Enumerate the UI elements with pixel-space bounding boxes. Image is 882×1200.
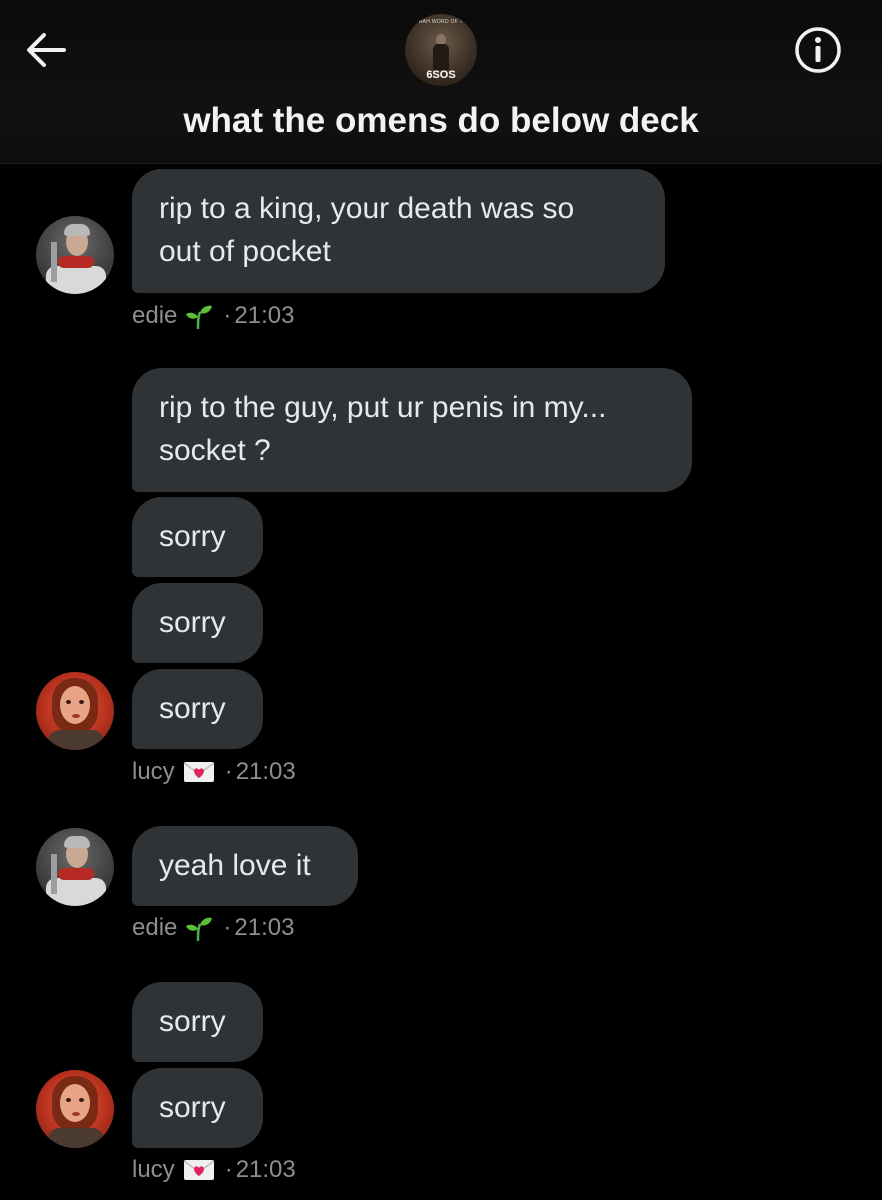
message-text-line: socket ? [159, 434, 271, 467]
message-bubble[interactable]: rip to a king, your death was so out of … [132, 169, 665, 293]
info-circle-icon [795, 27, 841, 73]
message-bubble[interactable]: sorry [132, 669, 263, 749]
back-button[interactable] [22, 26, 70, 74]
info-button[interactable] [792, 24, 844, 76]
sender-name: lucy [132, 758, 175, 785]
avatar-face [60, 1084, 90, 1122]
group-avatar-small-text: AAH WORD OF T [418, 19, 464, 25]
love-letter-icon [183, 760, 215, 784]
avatar-eye [66, 700, 71, 704]
message-meta: lucy · 21:03 [132, 1153, 296, 1187]
sender-name: edie [132, 302, 178, 329]
avatar-weapon [51, 854, 57, 894]
message-time: 21:03 [235, 1156, 296, 1183]
avatar-hair [64, 224, 90, 236]
avatar-eye [66, 1098, 71, 1102]
message-bubble[interactable]: yeah love it [132, 826, 358, 906]
message-bubble[interactable]: sorry [132, 1068, 263, 1148]
meta-separator: · [224, 758, 233, 785]
avatar-scarf [58, 256, 94, 268]
message-time: 21:03 [235, 758, 296, 785]
avatar-mouth [72, 714, 80, 718]
message-bubble[interactable]: rip to the guy, put ur penis in my... so… [132, 368, 692, 492]
meta-separator: · [223, 914, 232, 941]
message-bubble[interactable]: sorry [132, 497, 263, 577]
message-text-line: rip to the guy, put ur penis in my... [159, 391, 607, 424]
conversation-title: what the omens do below deck [183, 101, 699, 140]
sender-name: edie [132, 914, 178, 941]
message-meta: lucy · 21:03 [132, 755, 296, 789]
message-bubble[interactable]: sorry [132, 982, 263, 1062]
message-bubble[interactable]: sorry [132, 583, 263, 663]
group-avatar[interactable]: AAH WORD OF T 6SOS [405, 14, 477, 86]
seedling-icon [185, 302, 213, 330]
message-time: 21:03 [234, 302, 295, 329]
sender-name: lucy [132, 1156, 175, 1183]
message-meta: edie · 21:03 [132, 911, 294, 945]
arrow-left-icon [27, 33, 66, 67]
avatar-edie[interactable] [36, 828, 114, 906]
avatar-mouth [72, 1112, 80, 1116]
group-avatar-figure-body [433, 44, 449, 70]
avatar-face [60, 686, 90, 724]
avatar-shirt [48, 730, 104, 750]
message-meta: edie · 21:03 [132, 299, 294, 333]
avatar-weapon [51, 242, 57, 282]
seedling-icon [185, 914, 213, 942]
avatar-lucy[interactable] [36, 672, 114, 750]
avatar-shirt [48, 1128, 104, 1148]
love-letter-icon [183, 1158, 215, 1182]
meta-separator: · [224, 1156, 233, 1183]
group-avatar-label: 6SOS [426, 69, 456, 81]
meta-separator: · [223, 302, 232, 329]
message-time: 21:03 [234, 914, 295, 941]
avatar-edie[interactable] [36, 216, 114, 294]
avatar-eye [79, 700, 84, 704]
avatar-lucy[interactable] [36, 1070, 114, 1148]
chat-header: AAH WORD OF T 6SOS what the omens do bel… [0, 0, 882, 164]
avatar-eye [79, 1098, 84, 1102]
avatar-hair [64, 836, 90, 848]
message-text-line: out of pocket [159, 235, 331, 268]
avatar-scarf [58, 868, 94, 880]
message-text-line: rip to a king, your death was so [159, 192, 575, 225]
